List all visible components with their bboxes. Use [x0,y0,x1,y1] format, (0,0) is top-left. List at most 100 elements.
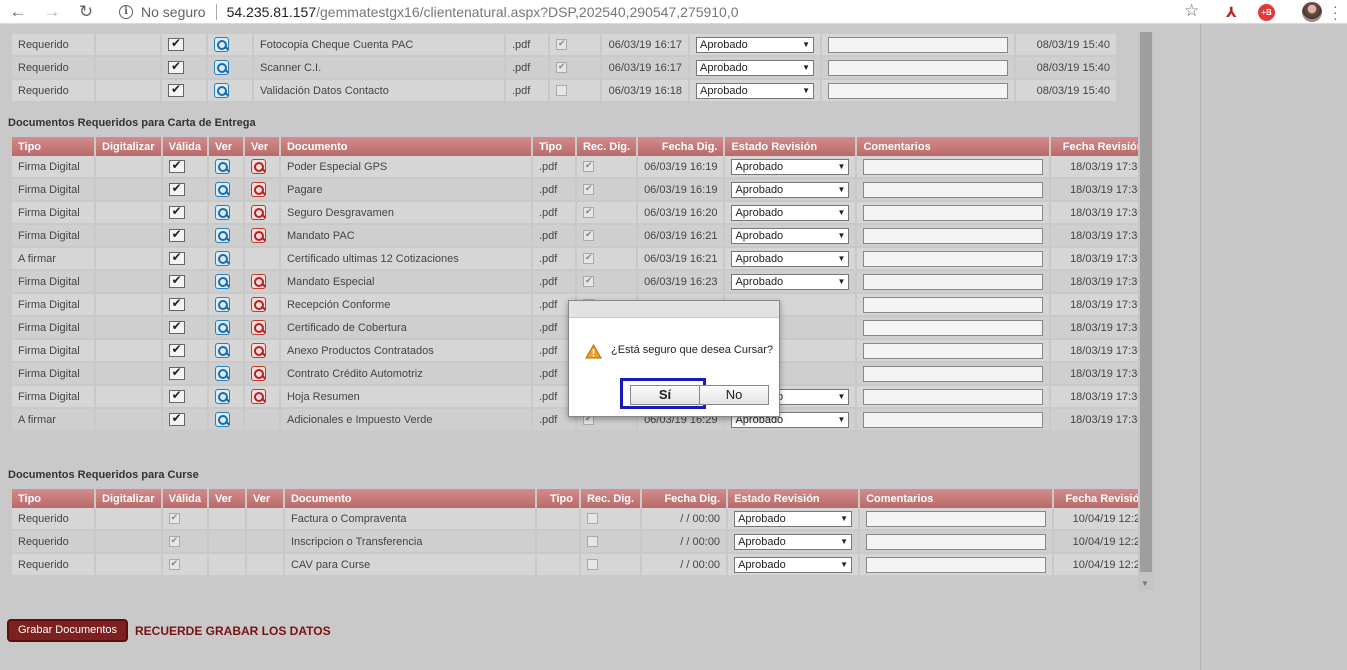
rec-dig-checkbox[interactable] [556,85,567,97]
view-signature-icon[interactable] [250,366,266,381]
valid-checkbox[interactable] [168,227,185,242]
valid-checkbox[interactable] [168,273,185,288]
valid-checkbox[interactable] [168,204,185,219]
estado-select[interactable]: Aprobado [696,59,814,76]
comentarios-input[interactable] [828,36,1008,53]
view-signature-icon[interactable] [250,182,266,197]
view-document-icon[interactable] [214,389,230,404]
comentarios-input[interactable] [863,204,1044,221]
rec-dig-checkbox[interactable] [582,160,594,173]
rec-dig-checkbox[interactable] [582,252,594,265]
view-signature-icon[interactable] [250,228,266,243]
view-document-icon[interactable] [214,412,230,427]
view-document-icon[interactable] [214,37,229,52]
info-icon[interactable]: i [119,4,133,19]
estado-select[interactable]: Aprobado [696,36,814,53]
view-document-icon[interactable] [214,297,230,312]
browser-menu-icon[interactable]: · · · [1333,0,1338,25]
valid-checkbox[interactable] [168,181,185,196]
rec-dig-checkbox[interactable] [586,513,598,525]
comentarios-input[interactable] [866,533,1047,550]
comentarios-input[interactable] [863,365,1044,382]
comentarios-input[interactable] [863,227,1044,244]
comentarios-input[interactable] [866,556,1047,573]
rec-dig-checkbox[interactable] [582,183,594,196]
valid-checkbox[interactable] [168,59,184,74]
profile-avatar[interactable] [1302,2,1322,22]
valid-checkbox[interactable] [168,319,185,334]
rec-dig-checkbox[interactable] [586,536,598,548]
view-document-icon[interactable] [214,182,230,197]
rec-dig-checkbox[interactable] [556,61,567,74]
view-signature-icon[interactable] [250,389,266,404]
rec-dig-checkbox[interactable] [582,275,594,288]
estado-select[interactable]: Aprobado [731,181,850,198]
view-document-icon[interactable] [214,320,230,335]
rec-dig-checkbox[interactable] [168,535,180,548]
view-document-icon[interactable] [214,83,229,98]
valid-checkbox[interactable] [168,342,185,357]
valid-checkbox[interactable] [168,158,185,173]
view-document-icon[interactable] [214,274,230,289]
view-signature-icon[interactable] [250,274,266,289]
view-document-icon[interactable] [214,205,230,220]
comentarios-input[interactable] [863,273,1044,290]
valid-checkbox[interactable] [168,388,185,403]
comentarios-input[interactable] [828,59,1008,76]
forward-icon[interactable]: → [42,2,62,22]
bookmark-star-icon[interactable]: ☆ [1184,1,1199,21]
estado-select[interactable]: Aprobado [731,158,850,175]
valid-checkbox[interactable] [168,36,184,51]
address-bar[interactable]: i No seguro 54.235.81.157/gemmatestgx16/… [110,0,1210,23]
rec-dig-checkbox[interactable] [582,206,594,219]
rec-dig-checkbox[interactable] [168,512,180,525]
view-signature-icon[interactable] [250,297,266,312]
comentarios-input[interactable] [863,388,1044,405]
view-document-icon[interactable] [214,159,230,174]
view-signature-icon[interactable] [250,320,266,335]
extension-b-icon[interactable]: +B [1258,4,1275,21]
valid-checkbox[interactable] [168,82,184,97]
comentarios-input[interactable] [866,510,1047,527]
comentarios-input[interactable] [863,250,1044,267]
view-signature-icon[interactable] [250,343,266,358]
view-document-icon[interactable] [214,228,230,243]
comentarios-input[interactable] [863,342,1044,359]
estado-select[interactable]: Aprobado [696,82,814,99]
rec-dig-checkbox[interactable] [582,229,594,242]
scrollbar-thumb[interactable] [1140,32,1152,572]
estado-select[interactable]: Aprobado [734,510,853,527]
view-document-icon[interactable] [214,366,230,381]
comentarios-input[interactable] [863,296,1044,313]
valid-checkbox[interactable] [168,296,185,311]
estado-select[interactable]: Aprobado [734,556,853,573]
vertical-scrollbar[interactable]: ▼ [1138,32,1154,590]
estado-select[interactable]: Aprobado [731,204,850,221]
estado-select[interactable]: Aprobado [731,227,850,244]
valid-checkbox[interactable] [168,411,185,426]
rec-dig-checkbox[interactable] [168,558,180,571]
valid-checkbox[interactable] [168,250,185,265]
valid-checkbox[interactable] [168,365,185,380]
comentarios-input[interactable] [863,181,1044,198]
yes-button[interactable]: Sí [630,385,700,405]
estado-select[interactable]: Aprobado [731,250,850,267]
reload-icon[interactable]: ↻ [76,2,96,22]
comentarios-input[interactable] [863,411,1044,428]
grabar-documentos-button[interactable]: Grabar Documentos [7,619,129,642]
rec-dig-checkbox[interactable] [586,559,598,571]
url-text[interactable]: 54.235.81.157/gemmatestgx16/clientenatur… [227,4,739,20]
comentarios-input[interactable] [863,319,1044,336]
back-icon[interactable]: ← [8,2,28,22]
dialog-titlebar[interactable] [569,301,779,318]
rec-dig-checkbox[interactable] [556,38,567,51]
comentarios-input[interactable] [828,82,1008,99]
no-button[interactable]: No [699,385,769,405]
view-document-icon[interactable] [214,60,229,75]
view-signature-icon[interactable] [250,205,266,220]
comentarios-input[interactable] [863,158,1044,175]
pdf-extension-icon[interactable]: ⅄ [1226,4,1242,20]
estado-select[interactable]: Aprobado [731,273,850,290]
view-signature-icon[interactable] [250,159,266,174]
estado-select[interactable]: Aprobado [734,533,853,550]
